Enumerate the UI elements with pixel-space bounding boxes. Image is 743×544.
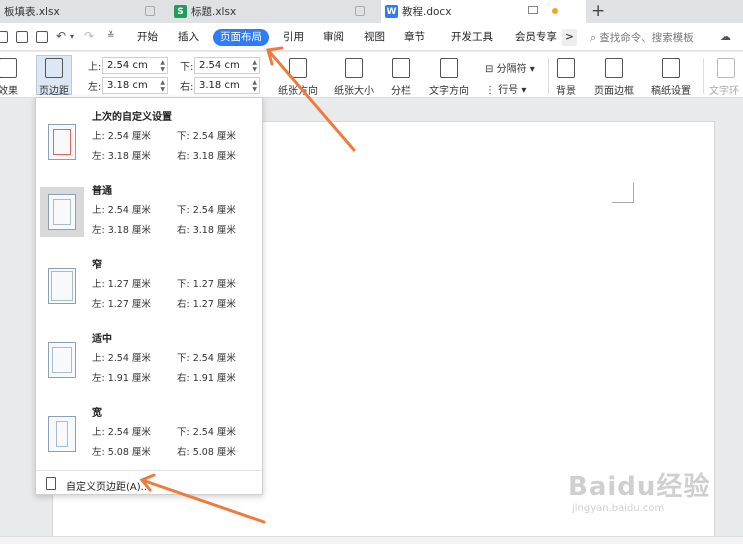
annotation-arrows bbox=[139, 46, 356, 524]
arrow-to-custom-margins bbox=[140, 478, 266, 524]
arrow-to-page-layout bbox=[266, 48, 356, 152]
